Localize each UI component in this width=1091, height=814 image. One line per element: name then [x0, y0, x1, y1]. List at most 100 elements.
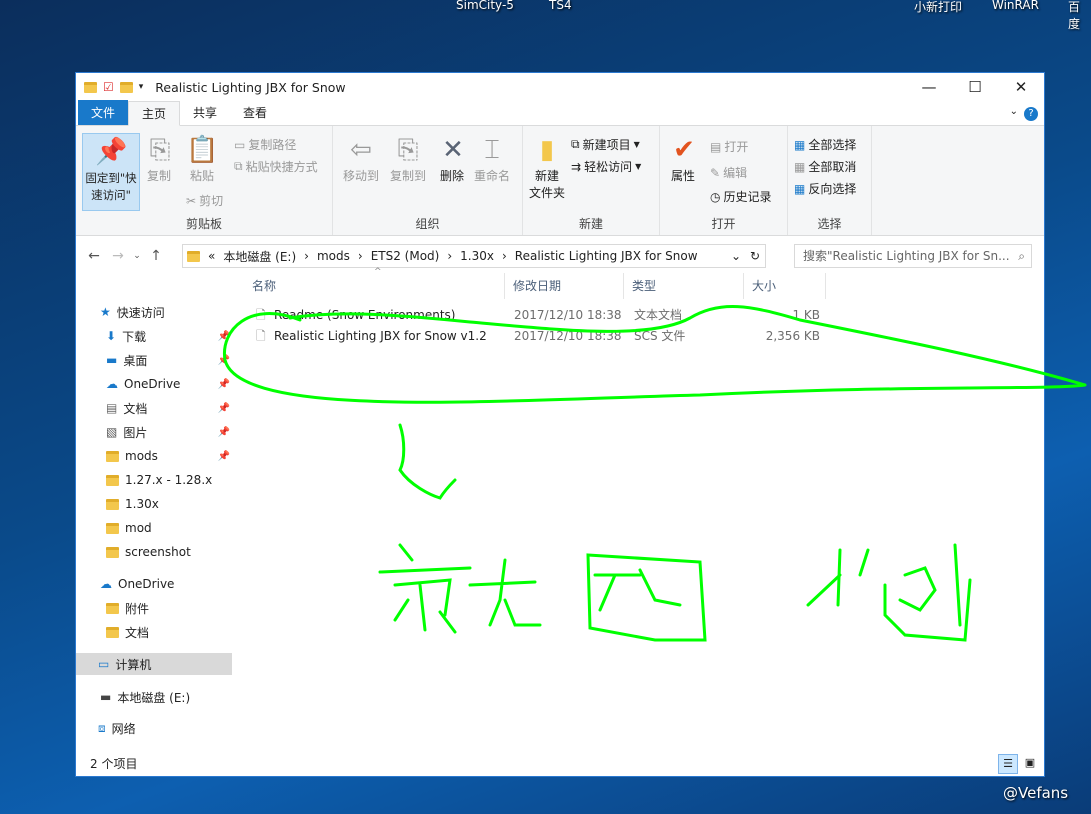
copy-to-button[interactable]: ⎘ 复制到 — [388, 134, 428, 185]
group-label: 剪贴板 — [185, 217, 222, 231]
nav-item[interactable]: ▬ 本地磁盘 (E:) — [76, 686, 232, 708]
desktop-icon-simcity[interactable]: SimCity-5 — [456, 0, 514, 12]
crumb[interactable]: mods — [317, 249, 350, 263]
crumb[interactable]: ETS2 (Mod) — [371, 249, 440, 263]
pin-quick-access-button[interactable]: 📌 固定到"快速访问" — [82, 133, 140, 211]
tab-view[interactable]: 查看 — [230, 100, 280, 125]
recent-dropdown[interactable]: ⌄ — [130, 251, 144, 261]
nav-item[interactable]: ▧ 图片 📌 — [76, 421, 232, 443]
delete-button[interactable]: ✕ 删除 — [437, 134, 467, 185]
new-folder-button[interactable]: ▮ 新建 文件夹 — [529, 134, 565, 202]
nav-item[interactable]: ⬇ 下载 📌 — [76, 325, 232, 347]
open-icon: ▤ — [710, 139, 722, 154]
maximize-button[interactable]: ☐ — [952, 73, 998, 101]
nav-item-icon: ▧ — [106, 425, 118, 439]
ribbon: 📌 固定到"快速访问" ⎘ 复制 📋 粘贴 ▭ 复制路径 ⧉ 粘贴快捷方式 ✂ 剪切 剪贴… — [76, 126, 1044, 236]
open-button[interactable]: ▤ 打开 — [710, 138, 748, 155]
move-to-button[interactable]: ⇦ 移动到 — [341, 134, 381, 185]
nav-item[interactable]: ⧈ 网络 — [76, 717, 232, 739]
rename-button[interactable]: ⌶ 重命名 — [471, 134, 513, 185]
select-all-button[interactable]: ▦ 全部选择 — [794, 136, 856, 153]
details-view-button[interactable]: ☰ — [998, 754, 1018, 774]
tab-home[interactable]: 主页 — [128, 101, 181, 126]
easy-access-button[interactable]: ⇉ 轻松访问 ▼ — [571, 158, 641, 175]
large-icons-view-button[interactable]: ▣ — [1020, 754, 1040, 774]
group-label: 选择 — [817, 217, 842, 231]
search-input[interactable]: 搜索"Realistic Lighting JBX for Sn... ⌕ — [794, 244, 1032, 268]
up-button[interactable]: ↑ — [144, 248, 168, 264]
folder-icon — [84, 81, 97, 93]
nav-item[interactable]: ☁ OneDrive — [76, 573, 232, 595]
explorer-window: ☑ ▾ Realistic Lighting JBX for Snow — ☐ … — [75, 72, 1045, 777]
cut-button[interactable]: ✂ 剪切 — [186, 192, 223, 209]
column-type[interactable]: 类型 — [624, 273, 744, 299]
paste-button[interactable]: 📋 粘贴 — [184, 134, 220, 185]
file-row[interactable]: 🗋 Readme (Snow Environments) 2017/12/10 … — [244, 305, 944, 326]
help-icon[interactable]: ? — [1024, 107, 1038, 121]
file-row[interactable]: 🗋 Realistic Lighting JBX for Snow v1.2 2… — [244, 326, 944, 347]
tab-share[interactable]: 共享 — [180, 100, 230, 125]
properties-button[interactable]: ✔ 属性 — [668, 134, 698, 185]
forward-button[interactable]: → — [106, 248, 130, 264]
crumb[interactable]: 本地磁盘 (E:) — [223, 248, 296, 265]
crumb[interactable]: 1.30x — [460, 249, 494, 263]
path-icon: ▭ — [234, 137, 246, 152]
back-button[interactable]: ← — [82, 248, 106, 264]
nav-item[interactable]: 1.27.x - 1.28.x — [76, 469, 232, 491]
properties-check-icon[interactable]: ☑ — [103, 80, 114, 94]
nav-item-label: 文档 — [125, 625, 150, 640]
crumb[interactable]: Realistic Lighting JBX for Snow — [515, 249, 698, 263]
copy-button[interactable]: ⎘ 复制 — [144, 134, 174, 185]
nav-item[interactable]: 文档 — [76, 621, 232, 643]
column-size[interactable]: 大小 — [744, 273, 826, 299]
nav-item[interactable]: ▤ 文档 📌 — [76, 397, 232, 419]
nav-item[interactable]: ▭ 计算机 — [76, 653, 232, 675]
address-bar[interactable]: « 本地磁盘 (E:) › mods › ETS2 (Mod) › 1.30x › Re… — [182, 244, 766, 268]
column-date[interactable]: 修改日期 — [505, 273, 624, 299]
nav-item[interactable]: 1.30x — [76, 493, 232, 515]
crumb-separator: › — [357, 249, 363, 263]
desktop-icon-winrar[interactable]: WinRAR — [992, 0, 1039, 12]
address-dropdown[interactable]: ⌄ — [731, 249, 741, 263]
nav-item[interactable]: mods 📌 — [76, 445, 232, 467]
folder-icon — [106, 474, 119, 486]
nav-item-label: 附件 — [125, 601, 150, 616]
nav-item[interactable]: 附件 — [76, 597, 232, 619]
file-date: 2017/12/10 18:38 — [514, 329, 622, 343]
tab-file[interactable]: 文件 — [78, 100, 129, 125]
nav-item[interactable]: ▬ 桌面 📌 — [76, 349, 232, 371]
group-clipboard: 📌 固定到"快速访问" ⎘ 复制 📋 粘贴 ▭ 复制路径 ⧉ 粘贴快捷方式 ✂ 剪切 剪贴… — [76, 126, 333, 235]
nav-item[interactable]: ★ 快速访问 — [76, 301, 232, 323]
invert-selection-icon: ▦ — [794, 181, 806, 196]
nav-item[interactable]: mod — [76, 517, 232, 539]
refresh-icon[interactable]: ↻ — [750, 249, 760, 263]
nav-item-label: screenshot — [125, 545, 191, 559]
history-button[interactable]: ◷ 历史记录 — [710, 188, 772, 205]
minimize-button[interactable]: — — [906, 73, 952, 101]
file-date: 2017/12/10 18:38 — [514, 308, 622, 322]
nav-item[interactable]: screenshot — [76, 541, 232, 563]
new-folder-icon[interactable] — [119, 81, 133, 93]
collapse-ribbon-icon[interactable]: ⌄ — [1010, 106, 1018, 117]
navigation-pane: ★ 快速访问 ⬇ 下载 📌 ▬ 桌面 📌 ☁ OneDrive 📌 ▤ 文档 📌 ▧ 图片 📌 mods 📌 1.27… — [76, 283, 234, 750]
qat-dropdown-icon[interactable]: ▾ — [139, 82, 144, 92]
select-none-button[interactable]: ▦ 全部取消 — [794, 158, 856, 175]
desktop-icon-ts4[interactable]: TS4 — [549, 0, 572, 12]
close-button[interactable]: ✕ — [998, 73, 1044, 101]
nav-item-icon: ▭ — [98, 657, 110, 671]
nav-item-icon: ▬ — [106, 353, 118, 367]
nav-item-label: OneDrive — [124, 377, 181, 391]
nav-item-icon: ▬ — [100, 690, 112, 704]
desktop-icon-print[interactable]: 小新打印 — [914, 0, 962, 15]
file-type: 文本文档 — [634, 308, 683, 322]
copy-path-button[interactable]: ▭ 复制路径 — [234, 136, 296, 153]
edit-button[interactable]: ✎ 编辑 — [710, 164, 747, 181]
paste-shortcut-button[interactable]: ⧉ 粘贴快捷方式 — [234, 158, 318, 175]
column-name[interactable]: 名称 — [244, 273, 505, 299]
group-label: 组织 — [415, 217, 440, 231]
new-item-button[interactable]: ⧉ 新建项目 ▼ — [571, 136, 640, 153]
folder-icon — [106, 602, 119, 614]
invert-selection-button[interactable]: ▦ 反向选择 — [794, 180, 856, 197]
nav-item[interactable]: ☁ OneDrive 📌 — [76, 373, 232, 395]
desktop-icon-baidu[interactable]: 百度 — [1068, 0, 1091, 32]
